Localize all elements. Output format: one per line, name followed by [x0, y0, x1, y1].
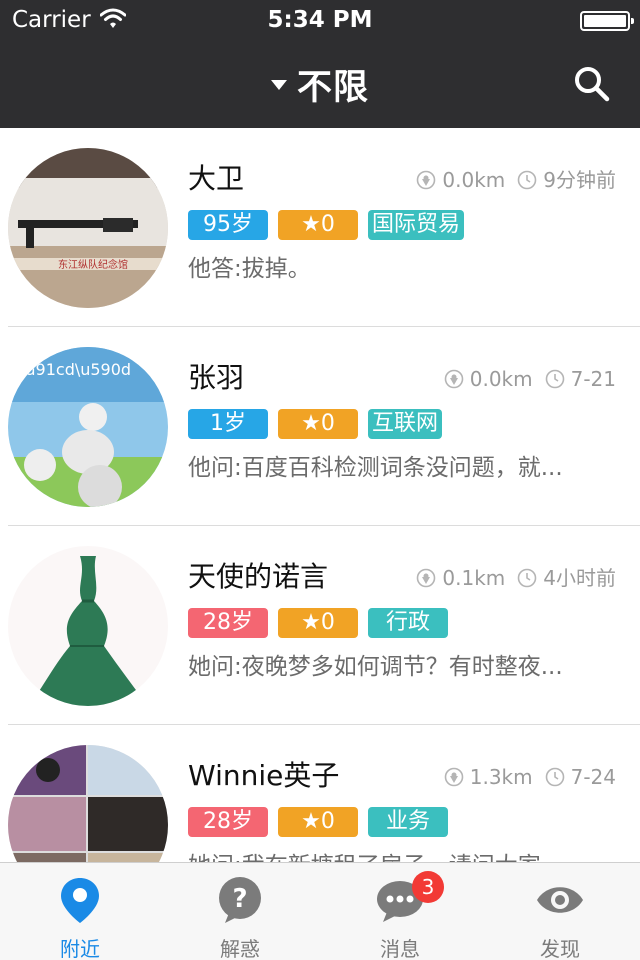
- tab-nearby[interactable]: 附近: [0, 863, 160, 960]
- svg-text:东江纵队纪念馆: 东江纵队纪念馆: [58, 258, 128, 271]
- location-pin-icon: [417, 568, 436, 588]
- tab-discover[interactable]: 发现: [480, 863, 640, 960]
- user-meta: 0.1km 4小时前: [416, 566, 616, 590]
- search-icon[interactable]: [572, 64, 612, 104]
- eye-icon: [537, 887, 583, 913]
- category-badge: 行政: [368, 608, 448, 638]
- distance-label: 0.0km: [442, 168, 506, 192]
- user-name: 大卫: [188, 162, 245, 195]
- category-badge: 国际贸易: [368, 210, 465, 240]
- svg-text:\u91cd\u590d: \u91cd\u590d: [20, 360, 131, 379]
- message-count-badge: 3: [412, 871, 444, 903]
- star-badge: ★0: [278, 807, 358, 837]
- tab-answers[interactable]: ? 解惑: [160, 863, 320, 960]
- question-preview: 她问:我在新塘租了房子，请问大家...: [188, 851, 612, 862]
- user-meta: 0.0km 9分钟前: [416, 168, 616, 192]
- location-pin-icon: [444, 369, 464, 389]
- tab-label: 附近: [60, 937, 100, 960]
- star-badge: ★0: [278, 409, 358, 439]
- tag-row: 95岁 ★0 国际贸易: [188, 210, 474, 240]
- caret-down-icon: [270, 80, 287, 90]
- time-label: 7-24: [570, 765, 616, 789]
- avatar: 东江纵队纪念馆: [8, 148, 168, 308]
- user-name: 张羽: [188, 361, 245, 394]
- tab-messages[interactable]: 3 消息: [320, 863, 480, 960]
- category-badge: 互联网: [368, 409, 443, 439]
- clock-icon: [517, 568, 537, 588]
- location-pin-icon: [417, 170, 436, 190]
- tab-bar: 附近 ? 解惑 3 消息 发现: [0, 862, 640, 960]
- tag-row: 28岁 ★0 行政: [188, 608, 458, 638]
- clock-icon: [545, 369, 564, 389]
- age-badge: 28岁: [188, 608, 268, 638]
- star-badge: ★0: [278, 608, 358, 638]
- question-preview: 他问:百度百科检测词条没问题，就...: [188, 455, 563, 481]
- list-item[interactable]: Winnie英子 1.3km 7-24 28岁 ★0 业务 她问:我在新塘租了房…: [0, 725, 640, 862]
- user-meta: 0.0km 7-21: [444, 367, 616, 391]
- user-name: 天使的诺言: [188, 560, 329, 593]
- screen: Carrier 5:34 PM 不限 东江纵队纪念馆 大卫 0.0km 9分钟前…: [0, 0, 640, 960]
- time-label: 4小时前: [543, 566, 616, 590]
- tab-label: 解惑: [220, 937, 260, 960]
- avatar: [8, 745, 168, 862]
- list-item[interactable]: 天使的诺言 0.1km 4小时前 28岁 ★0 行政 她问:夜晚梦多如何调节？有…: [0, 526, 640, 725]
- location-pin-icon: [61, 878, 99, 923]
- question-preview: 他答:拔掉。: [188, 256, 311, 282]
- category-badge: 业务: [368, 807, 448, 837]
- user-meta: 1.3km 7-24: [444, 765, 616, 789]
- distance-label: 1.3km: [469, 765, 533, 789]
- age-badge: 95岁: [188, 210, 268, 240]
- time-label: 7-21: [570, 367, 616, 391]
- tag-row: 1岁 ★0 互联网: [188, 409, 452, 439]
- tab-label: 消息: [380, 937, 420, 960]
- filter-dropdown[interactable]: 不限: [0, 60, 640, 108]
- age-badge: 28岁: [188, 807, 268, 837]
- tab-label: 发现: [540, 937, 580, 960]
- avatar: [8, 546, 168, 706]
- question-bubble-icon: ?: [219, 877, 261, 923]
- question-preview: 她问:夜晚梦多如何调节？有时整夜...: [188, 654, 563, 680]
- user-name: Winnie英子: [188, 759, 340, 792]
- nav-bar: 不限: [0, 40, 640, 128]
- nearby-user-list: 东江纵队纪念馆 大卫 0.0km 9分钟前 95岁 ★0 国际贸易 他答:拔掉。: [0, 128, 640, 862]
- time-label: 9分钟前: [543, 168, 616, 192]
- nav-title: 不限: [296, 67, 369, 108]
- tag-row: 28岁 ★0 业务: [188, 807, 458, 837]
- clock-icon: [545, 767, 564, 787]
- clock: 5:34 PM: [267, 7, 373, 33]
- battery-icon: [580, 11, 634, 31]
- distance-label: 0.1km: [442, 566, 506, 590]
- distance-label: 0.0km: [469, 367, 533, 391]
- star-badge: ★0: [278, 210, 358, 240]
- status-bar: Carrier 5:34 PM: [0, 0, 640, 40]
- location-pin-icon: [444, 767, 464, 787]
- list-item[interactable]: 东江纵队纪念馆 大卫 0.0km 9分钟前 95岁 ★0 国际贸易 他答:拔掉。: [0, 128, 640, 327]
- svg-text:?: ?: [232, 884, 247, 914]
- age-badge: 1岁: [188, 409, 268, 439]
- clock-icon: [517, 170, 537, 190]
- list-item[interactable]: \u91cd\u590d 张羽 0.0km 7-21 1岁 ★0 互联网 他问:…: [0, 327, 640, 526]
- avatar: \u91cd\u590d: [8, 347, 168, 507]
